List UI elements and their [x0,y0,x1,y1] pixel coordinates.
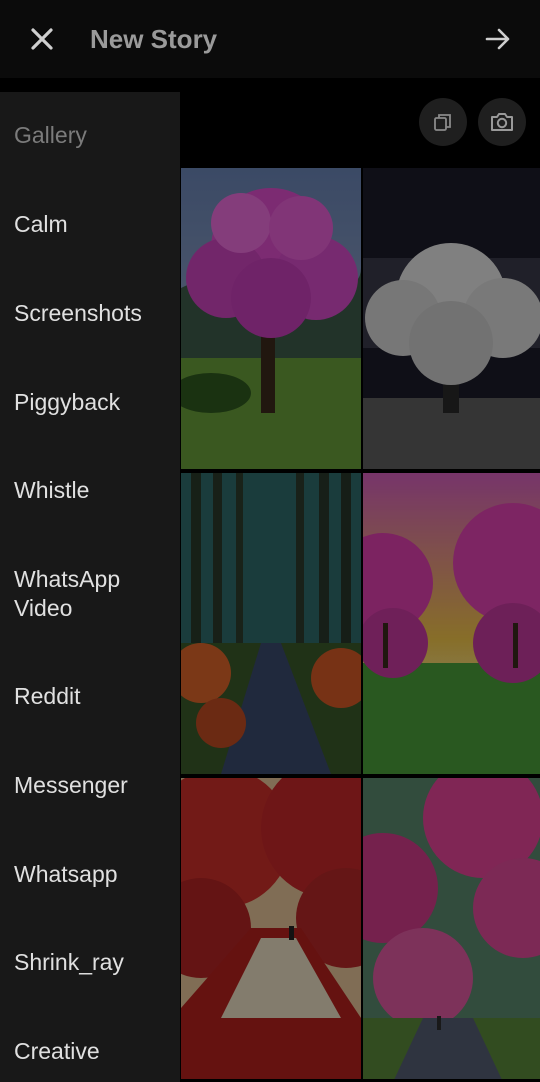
photo-blossom-avenue [363,473,540,774]
album-item-whatsapp-video[interactable]: WhatsApp Video [14,565,174,623]
album-item-whistle[interactable]: Whistle [14,476,174,505]
close-button[interactable] [22,19,62,59]
next-button[interactable] [478,19,518,59]
album-item-reddit[interactable]: Reddit [14,682,174,711]
photo-thumbnail[interactable] [363,473,540,774]
multi-select-icon [434,114,451,131]
album-item-screenshots[interactable]: Screenshots [14,299,174,328]
photo-forest-road [181,473,361,774]
photo-thumbnail[interactable] [181,473,361,774]
top-app-bar: New Story [0,0,540,78]
album-item-whatsapp[interactable]: Whatsapp [14,860,174,889]
multi-select-button[interactable] [419,98,467,146]
page-title: New Story [90,24,218,54]
arrow-right-icon [485,28,510,50]
camera-button[interactable] [478,98,526,146]
photo-pink-tree [181,168,361,469]
album-item-messenger[interactable]: Messenger [14,771,174,800]
photo-thumbnail[interactable] [181,778,361,1079]
album-item-shrink-ray[interactable]: Shrink_ray [14,948,174,977]
photo-thumbnail[interactable] [181,168,361,469]
photo-white-tree [363,168,540,469]
drawer-header-gallery[interactable]: Gallery [14,122,87,149]
photo-thumbnail[interactable] [363,778,540,1079]
album-item-creative[interactable]: Creative [14,1037,174,1066]
album-item-calm[interactable]: Calm [14,210,174,239]
close-icon [31,28,53,50]
photo-red-path [181,778,361,1079]
camera-icon [491,113,513,131]
photo-grid [181,168,540,1082]
album-item-piggyback[interactable]: Piggyback [14,388,174,417]
photo-thumbnail[interactable] [363,168,540,469]
photo-pink-forest [363,778,540,1079]
album-drawer: Gallery Calm Screenshots Piggyback Whist… [0,92,180,1082]
